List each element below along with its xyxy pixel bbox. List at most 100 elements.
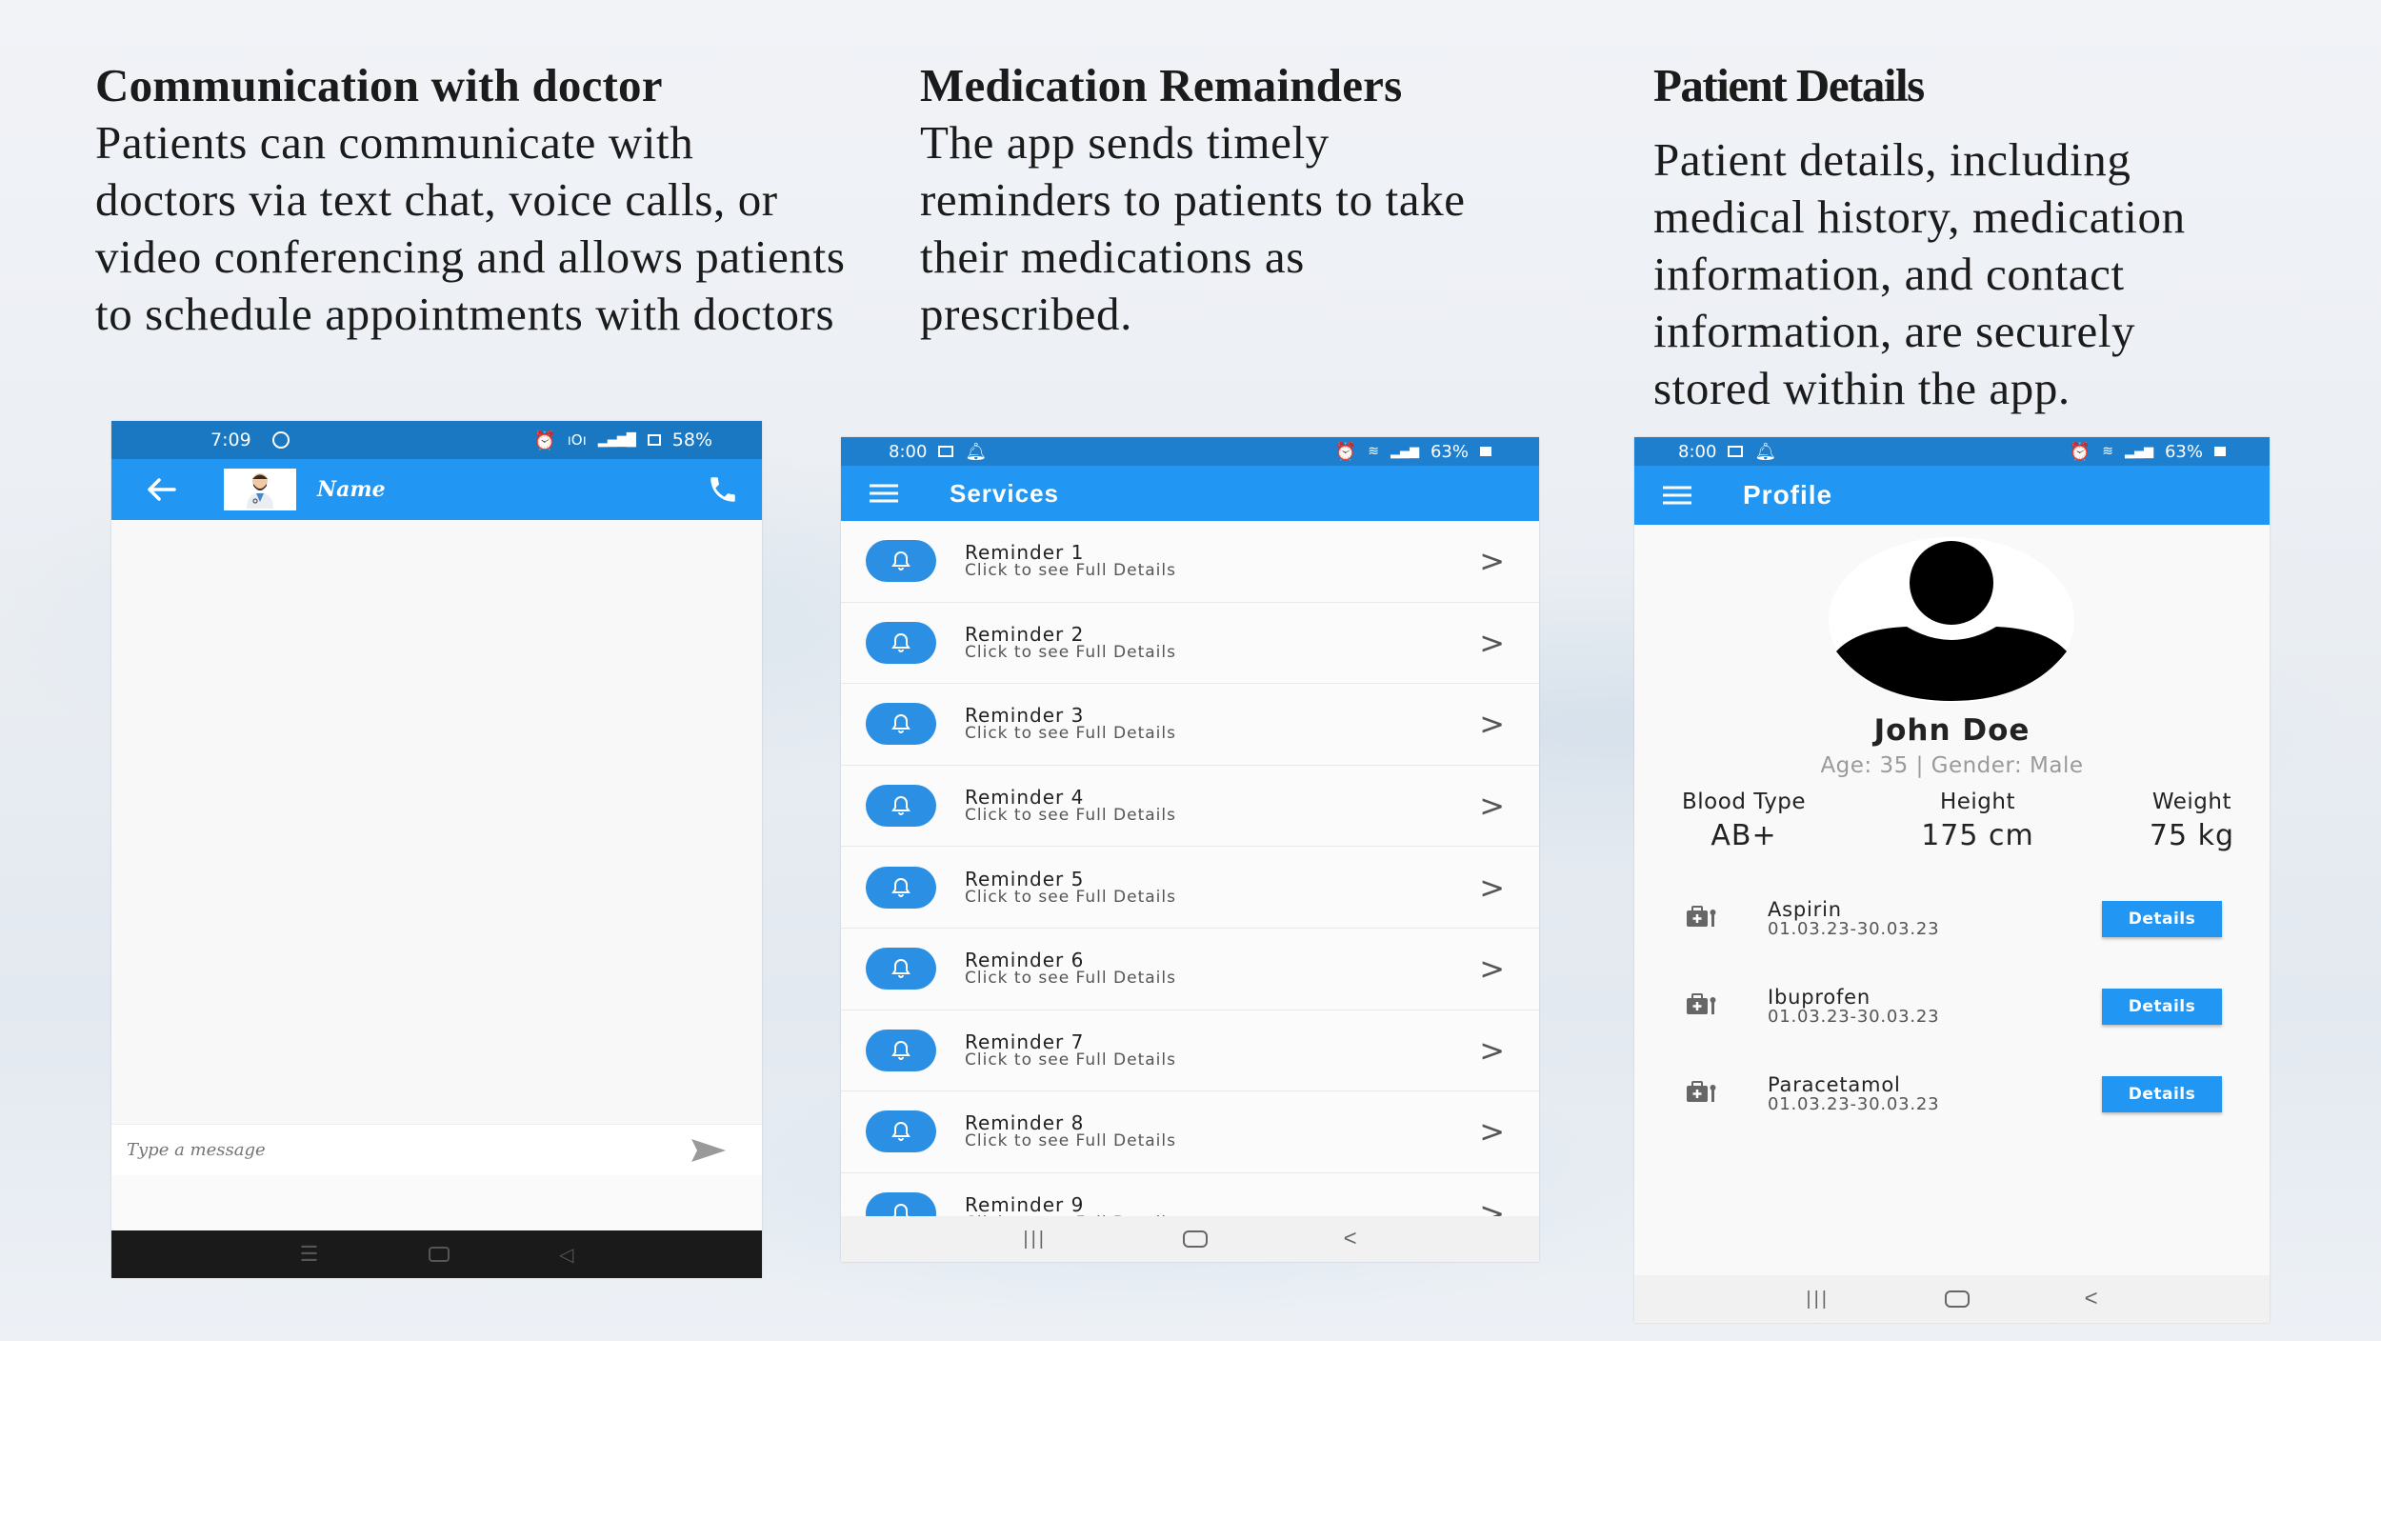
reminder-item[interactable]: Reminder 3 Click to see Full Details > <box>841 684 1539 766</box>
details-button[interactable]: Details <box>2102 901 2222 937</box>
chevron-right-icon[interactable]: > <box>1479 1195 1505 1216</box>
details-button[interactable]: Details <box>2102 989 2222 1025</box>
home-icon[interactable] <box>1944 1290 1970 1308</box>
battery-icon <box>647 434 661 446</box>
reminder-list: Reminder 1 Click to see Full Details > Remi… <box>841 521 1539 1216</box>
reminder-badge <box>866 866 936 909</box>
medical-kit-icon <box>1686 905 1720 933</box>
chevron-right-icon[interactable]: > <box>1479 950 1505 987</box>
chevron-right-icon[interactable]: > <box>1479 788 1505 824</box>
profile-avatar <box>1829 537 2074 703</box>
back-arrow-icon[interactable] <box>146 476 176 503</box>
reminder-title: Reminder 4 <box>965 786 1085 810</box>
stat-value: 75 kg <box>2149 819 2234 852</box>
bell-icon <box>891 877 910 897</box>
recents-icon[interactable]: ||| <box>1806 1289 1830 1310</box>
communication-title: Communication with doctor <box>95 59 663 111</box>
home-icon[interactable] <box>1182 1230 1208 1248</box>
vibrate-icon: ıOı <box>567 431 587 449</box>
reminder-text: Reminder 2 Click to see Full Details <box>965 625 1479 661</box>
reminder-text: Reminder 8 Click to see Full Details <box>965 1113 1479 1150</box>
signal-icon: ▂▄▆ <box>1390 444 1419 459</box>
reminder-item[interactable]: Reminder 1 Click to see Full Details > <box>841 521 1539 603</box>
reminder-badge <box>866 1029 936 1071</box>
recents-icon[interactable]: ☰ <box>300 1242 319 1267</box>
medication-title: Medication Remainders <box>920 59 1403 111</box>
reminder-text: Reminder 9Click to see Full Details <box>965 1195 1479 1216</box>
chevron-right-icon[interactable]: > <box>1479 870 1505 906</box>
medication-row: Paracetamol 01.03.23-30.03.23 Details <box>1634 1050 2270 1138</box>
reminder-title: Reminder 9 <box>965 1193 1085 1216</box>
doctor-avatar[interactable] <box>224 469 296 510</box>
back-icon[interactable]: < <box>2085 1286 2098 1312</box>
reminder-title: Reminder 6 <box>965 949 1085 972</box>
reminder-title: Reminder 5 <box>965 867 1085 890</box>
bell-icon <box>891 959 910 979</box>
bell-icon <box>891 796 910 816</box>
chat-messages-area[interactable] <box>111 520 762 1124</box>
reminder-item[interactable]: Reminder 5 Click to see Full Details > <box>841 847 1539 929</box>
android-nav-bar: ||| < <box>1634 1275 2270 1323</box>
reminder-item[interactable]: Reminder 6 Click to see Full Details > <box>841 929 1539 1010</box>
home-icon[interactable] <box>428 1247 450 1262</box>
reminder-badge <box>866 785 936 828</box>
status-battery: 58% <box>671 430 712 450</box>
stat-label: Blood Type <box>1682 790 1807 814</box>
send-icon[interactable] <box>690 1137 728 1164</box>
status-bar: 8:00 🔔︎ ⏰ ≋ ▂▄▆ 63% <box>1634 437 2270 466</box>
reminder-title: Reminder 7 <box>965 1030 1085 1053</box>
chevron-right-icon[interactable]: > <box>1479 1032 1505 1069</box>
alarm-icon: ⏰ <box>2069 441 2091 462</box>
chevron-right-icon[interactable]: > <box>1479 706 1505 742</box>
stat-value: AB+ <box>1711 819 1777 852</box>
status-battery: 63% <box>2164 441 2203 462</box>
bell-icon <box>891 551 910 571</box>
phone-call-icon[interactable] <box>707 473 739 506</box>
notification-bell-icon: 🔔︎ <box>1754 441 1777 462</box>
reminder-item[interactable]: Reminder 9Click to see Full Details> <box>841 1173 1539 1216</box>
menu-icon[interactable] <box>868 483 900 504</box>
bell-icon <box>891 714 910 734</box>
reminder-item[interactable]: Reminder 2 Click to see Full Details > <box>841 603 1539 685</box>
reminder-item[interactable]: Reminder 4 Click to see Full Details > <box>841 766 1539 848</box>
medical-kit-icon <box>1686 992 1720 1021</box>
battery-icon <box>1480 447 1491 456</box>
medication-text: Ibuprofen 01.03.23-30.03.23 <box>1768 987 2102 1027</box>
status-bar: 8:00 🔔︎ ⏰ ≋ ▂▄▆ 63% <box>841 437 1539 466</box>
medication-dates: 01.03.23-30.03.23 <box>1768 1094 1940 1114</box>
menu-icon[interactable] <box>1661 485 1693 506</box>
back-icon[interactable]: ◁ <box>559 1243 573 1267</box>
details-button[interactable]: Details <box>2102 1076 2222 1112</box>
medication-text: Paracetamol 01.03.23-30.03.23 <box>1768 1074 2102 1114</box>
recents-icon[interactable]: ||| <box>1023 1229 1047 1250</box>
medication-name: Ibuprofen <box>1768 986 1871 1009</box>
medication-list: Aspirin 01.03.23-30.03.23 Details Ibuprofen… <box>1634 875 2270 1138</box>
reminder-title: Reminder 1 <box>965 541 1085 565</box>
chevron-right-icon[interactable]: > <box>1479 625 1505 661</box>
gallery-icon <box>1728 446 1744 457</box>
reminder-badge <box>866 621 936 664</box>
reminder-title: Reminder 3 <box>965 704 1085 728</box>
reminder-text: Reminder 3 Click to see Full Details <box>965 706 1479 742</box>
message-input[interactable] <box>127 1140 690 1160</box>
communication-section: Communication with doctor Patients can c… <box>95 57 895 343</box>
back-icon[interactable]: < <box>1344 1226 1357 1252</box>
reminder-item[interactable]: Reminder 7 Click to see Full Details > <box>841 1010 1539 1092</box>
chevron-right-icon[interactable]: > <box>1479 543 1505 579</box>
wifi-icon: ≋ <box>2102 444 2113 459</box>
communication-body: Patients can communicate with doctors vi… <box>95 116 846 340</box>
battery-icon <box>2214 447 2226 456</box>
chevron-right-icon[interactable]: > <box>1479 1113 1505 1150</box>
alarm-icon: ⏰ <box>1334 441 1357 462</box>
status-time: 8:00 <box>1678 441 1717 462</box>
reminder-title: Reminder 8 <box>965 1111 1085 1135</box>
reminder-badge <box>866 540 936 583</box>
user-silhouette-icon <box>1829 537 2074 703</box>
reminder-subtitle: Click to see Full Details <box>965 887 1176 907</box>
patient-stats: Blood Type AB+ Height 175 cm Weight 75 kg <box>1682 786 2234 854</box>
reminder-subtitle: Click to see Full Details <box>965 642 1176 662</box>
stat-label: Weight <box>2151 790 2231 814</box>
reminder-text: Reminder 6 Click to see Full Details <box>965 950 1479 987</box>
android-nav-bar: ||| < <box>841 1216 1539 1262</box>
reminder-item[interactable]: Reminder 8 Click to see Full Details > <box>841 1091 1539 1173</box>
